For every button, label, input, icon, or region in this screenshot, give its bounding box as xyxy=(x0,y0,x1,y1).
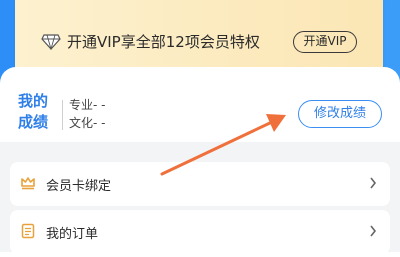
chevron-right-icon xyxy=(370,177,377,189)
menu-item-label: 我的订单 xyxy=(46,227,99,242)
menu-item-membership-card[interactable]: 会员卡绑定 xyxy=(10,162,390,206)
crown-icon xyxy=(21,177,35,190)
diamond-icon xyxy=(41,34,61,50)
document-icon xyxy=(21,223,35,239)
menu-item-my-orders[interactable]: 我的订单 xyxy=(10,210,390,254)
major-score: 专业- - xyxy=(69,98,106,112)
vip-promo-text: 开通VIP享全部12项会员特权 xyxy=(67,33,260,51)
edit-scores-button[interactable]: 修改成绩 xyxy=(298,100,382,128)
open-vip-button[interactable]: 开通VIP xyxy=(293,31,357,53)
score-divider xyxy=(62,100,63,130)
my-scores-title: 我的成绩 xyxy=(18,92,49,131)
chevron-right-icon xyxy=(370,225,377,237)
menu-item-label: 会员卡绑定 xyxy=(46,179,112,194)
culture-score: 文化- - xyxy=(69,116,106,130)
